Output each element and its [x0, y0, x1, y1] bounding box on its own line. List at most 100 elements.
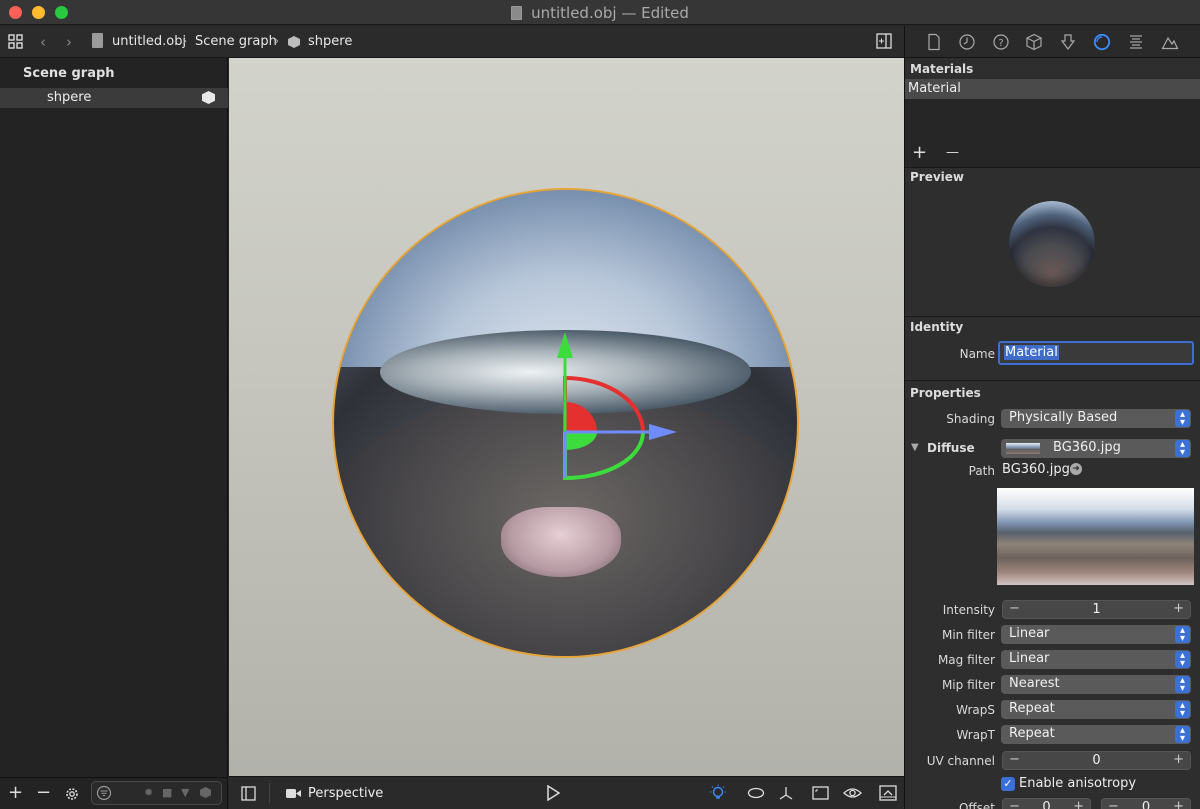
material-name-value: Material — [1004, 345, 1059, 360]
lightbulb-icon[interactable] — [709, 784, 727, 802]
uv-channel-value: 0 — [1092, 753, 1101, 768]
sidebar-toggle-icon[interactable] — [241, 786, 256, 801]
back-icon[interactable]: ‹ — [40, 33, 46, 51]
inspector-tabs: ? — [905, 26, 1200, 58]
toolbar-divider — [269, 783, 270, 803]
mag-filter-popup[interactable]: Linear ▴ ▾ — [1001, 650, 1191, 669]
scene-viewport[interactable] — [229, 58, 904, 776]
breadcrumb-separator-icon: › — [182, 34, 188, 49]
scene-inspector-icon[interactable] — [1161, 33, 1179, 51]
popup-chevron-icon: ▴ ▾ — [1175, 651, 1190, 669]
increment-icon[interactable]: + — [1173, 752, 1184, 767]
offset-x-stepper[interactable]: −0 + — [1002, 798, 1091, 809]
particle-filter-icon[interactable]: ▼ — [181, 786, 189, 799]
axes-icon[interactable] — [778, 785, 794, 801]
play-icon[interactable] — [546, 785, 560, 801]
wrapt-label: WrapT — [956, 728, 995, 742]
popup-chevron-icon: ▴ ▾ — [1175, 626, 1190, 644]
viewport-toolbar: Perspective — [229, 776, 904, 809]
plane-handle-xz[interactable] — [565, 432, 597, 450]
anisotropy-label: Enable anisotropy — [1019, 776, 1137, 791]
increment-icon[interactable]: + — [1173, 601, 1184, 616]
mip-filter-popup[interactable]: Nearest ▴ ▾ — [1001, 675, 1191, 694]
min-filter-label: Min filter — [941, 628, 995, 642]
increment-icon[interactable]: + — [1173, 799, 1184, 809]
node-cube-icon[interactable] — [1025, 33, 1043, 51]
orbit-icon[interactable] — [747, 787, 765, 799]
preview-section-title: Preview — [910, 170, 965, 184]
material-preview-sphere — [1009, 201, 1095, 287]
gear-icon[interactable] — [64, 786, 80, 802]
materials-list: Material + — — [905, 79, 1200, 167]
mag-filter-value: Linear — [1009, 651, 1050, 666]
intensity-stepper[interactable]: −1 + — [1002, 600, 1191, 619]
properties-section-title: Properties — [910, 386, 981, 400]
cube-icon — [288, 36, 300, 48]
material-list-item[interactable]: Material — [905, 79, 1200, 99]
offset-label: Offset — [958, 801, 995, 809]
popup-chevron-icon: ▴ ▾ — [1175, 726, 1190, 744]
eye-icon[interactable] — [843, 786, 862, 800]
diffuse-thumbnail — [1006, 443, 1040, 454]
mip-filter-value: Nearest — [1009, 676, 1060, 691]
video-camera-icon — [286, 789, 301, 798]
uv-channel-stepper[interactable]: −0 + — [1002, 751, 1191, 770]
mag-filter-label: Mag filter — [937, 653, 995, 667]
shading-popup[interactable]: Physically Based ▴ ▾ — [1001, 409, 1191, 428]
add-node-icon[interactable]: + — [8, 782, 23, 803]
window-title: untitled.obj — Edited — [0, 4, 1200, 22]
material-name-field[interactable]: Material — [998, 341, 1194, 365]
scene-graph-panel: Scene graph shpere + − ✹ ■ ▼ — [0, 58, 228, 809]
forward-icon[interactable]: › — [66, 33, 72, 51]
x-axis-arrow-icon[interactable] — [649, 424, 677, 440]
wraps-popup[interactable]: Repeat ▴ ▾ — [1001, 700, 1191, 719]
scene-graph-item[interactable]: shpere — [0, 88, 228, 108]
camera-filter-icon[interactable]: ■ — [162, 786, 172, 799]
grid-icon[interactable] — [8, 34, 24, 50]
physics-icon[interactable] — [1059, 33, 1077, 51]
bottom-panel-icon[interactable] — [879, 785, 897, 801]
path-bar: ‹ › untitled.obj › Scene graph › shpere — [0, 26, 904, 58]
path-label: Path — [968, 464, 995, 478]
path-value: BG360.jpg — [1002, 462, 1070, 477]
anisotropy-checkbox[interactable]: ✓ — [1001, 777, 1015, 791]
scene-graph-footer: + − ✹ ■ ▼ — [0, 777, 228, 809]
remove-material-icon[interactable]: — — [946, 145, 959, 160]
material-inspector-icon[interactable] — [1093, 33, 1111, 51]
scene-graph-title: Scene graph — [23, 66, 115, 81]
camera-selector[interactable]: Perspective — [308, 786, 383, 801]
file-icon — [92, 33, 103, 48]
breadcrumb-separator-icon: › — [274, 34, 280, 49]
window-title-text: untitled.obj — Edited — [531, 4, 689, 22]
geometry-filter-icon[interactable] — [200, 787, 211, 798]
help-icon[interactable]: ? — [992, 33, 1010, 51]
scene-graph-item-label: shpere — [47, 90, 92, 105]
animation-icon[interactable] — [1127, 33, 1145, 51]
file-inspector-icon[interactable] — [925, 33, 943, 51]
increment-icon[interactable]: + — [1073, 799, 1084, 809]
add-material-icon[interactable]: + — [912, 142, 927, 163]
mip-filter-label: Mip filter — [941, 678, 995, 692]
breadcrumb-file[interactable]: untitled.obj — [112, 34, 186, 49]
name-label: Name — [959, 347, 995, 361]
breadcrumb-scene-graph[interactable]: Scene graph — [195, 34, 277, 49]
y-axis-arrow-icon[interactable] — [557, 332, 573, 358]
light-filter-icon[interactable]: ✹ — [144, 786, 153, 799]
offset-y-stepper[interactable]: −0 + — [1101, 798, 1191, 809]
min-filter-popup[interactable]: Linear ▴ ▾ — [1001, 625, 1191, 644]
disclosure-triangle-icon[interactable]: ▼ — [911, 442, 919, 453]
intensity-label: Intensity — [942, 603, 995, 617]
breadcrumb-node[interactable]: shpere — [308, 34, 352, 49]
diffuse-image-popup[interactable]: BG360.jpg ▴ ▾ — [1001, 439, 1191, 458]
wrapt-popup[interactable]: Repeat ▴ ▾ — [1001, 725, 1191, 744]
plane-handle-xy[interactable] — [565, 402, 597, 432]
history-clock-icon[interactable] — [958, 33, 976, 51]
remove-node-icon[interactable]: − — [36, 782, 51, 803]
popup-chevron-icon: ▴ ▾ — [1175, 701, 1190, 719]
scene-filter-field[interactable]: ✹ ■ ▼ — [91, 781, 222, 805]
frame-icon[interactable] — [812, 786, 829, 800]
toggle-inspector-icon[interactable] — [876, 33, 892, 49]
reveal-arrow-icon[interactable]: ➜ — [1070, 463, 1082, 475]
transform-gizmo[interactable] — [553, 328, 683, 488]
popup-chevron-icon: ▴ ▾ — [1175, 440, 1190, 458]
